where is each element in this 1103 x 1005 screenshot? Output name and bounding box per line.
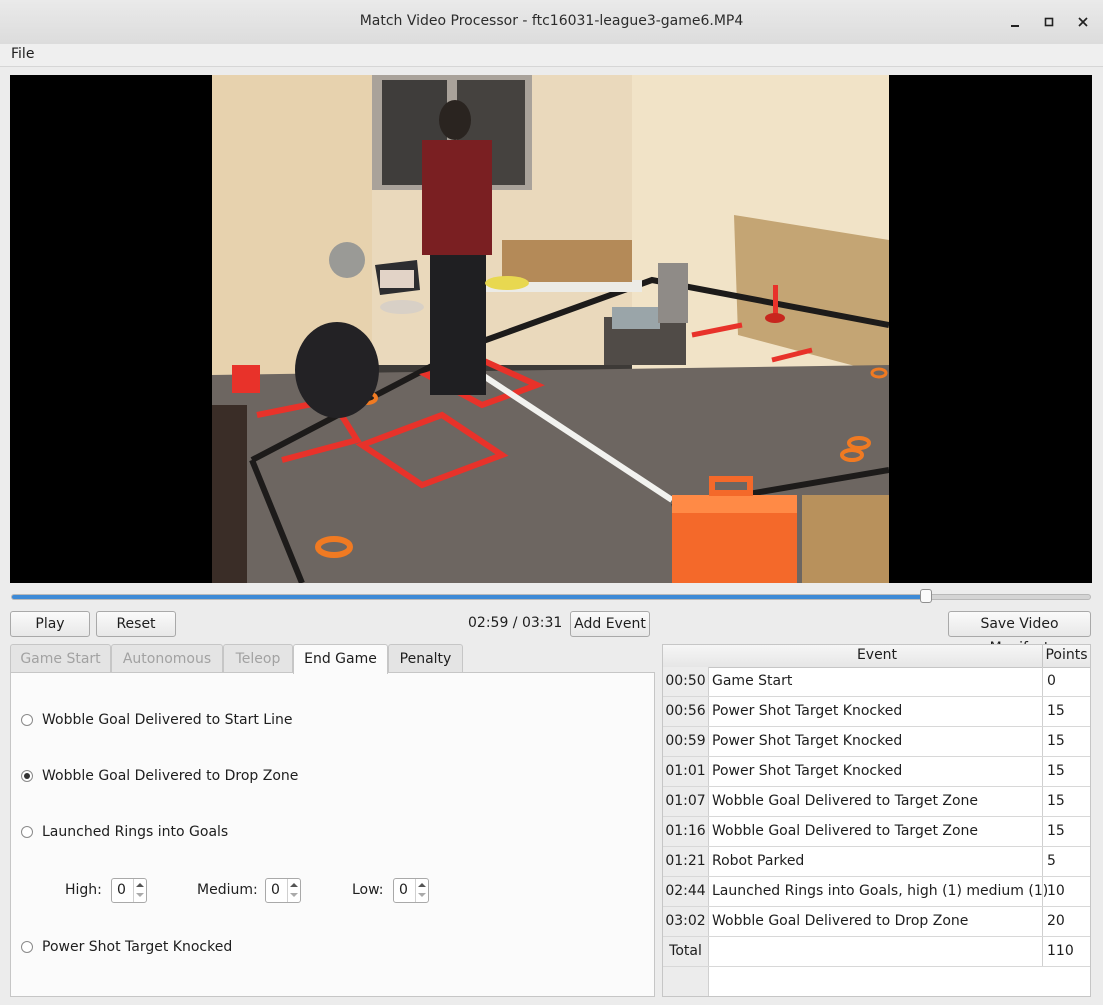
spin-up-icon[interactable] [290,883,298,887]
spin-arrows [415,879,428,902]
high-value: 0 [117,882,126,898]
row-points: 15 [1042,727,1090,756]
table-row[interactable]: 01:07 Wobble Goal Delivered to Target Zo… [663,787,1090,817]
timecode-display: 02:59 / 03:31 [468,615,563,631]
row-event: Power Shot Target Knocked [712,763,903,779]
total-row: Total 110 [663,937,1090,967]
row-event: Wobble Goal Delivered to Target Zone [712,823,979,839]
row-time: 03:02 [663,907,709,936]
table-row[interactable]: 01:16 Wobble Goal Delivered to Target Zo… [663,817,1090,847]
row-time: 00:50 [663,667,709,696]
low-value: 0 [399,882,408,898]
low-label: Low: [352,882,384,898]
spin-down-icon[interactable] [290,893,298,897]
row-event: Game Start [712,673,793,689]
video-frame [212,75,889,583]
table-row[interactable]: 00:59 Power Shot Target Knocked 15 [663,727,1090,757]
row-points: 15 [1042,757,1090,786]
events-table[interactable]: Event Points 00:50 Game Start 0 00:56 Po… [662,644,1091,997]
table-row[interactable]: 01:01 Power Shot Target Knocked 15 [663,757,1090,787]
tab-penalty[interactable]: Penalty [388,644,463,673]
row-points: 10 [1042,877,1090,906]
radio-button[interactable] [21,941,33,953]
table-row[interactable]: 03:02 Wobble Goal Delivered to Drop Zone… [663,907,1090,937]
row-points: 5 [1042,847,1090,876]
close-icon[interactable] [1075,14,1091,30]
row-header-stub [663,967,709,996]
tab-end-game[interactable]: End Game [293,644,388,674]
row-event: Power Shot Target Knocked [712,703,903,719]
table-row[interactable]: 00:56 Power Shot Target Knocked 15 [663,697,1090,727]
row-points: 15 [1042,817,1090,846]
spin-arrows [287,879,300,902]
row-points: 20 [1042,907,1090,936]
end-game-panel: Wobble Goal Delivered to Start Line Wobb… [10,672,655,997]
reset-button[interactable]: Reset [96,611,176,637]
option-launched-rings[interactable]: Launched Rings into Goals [21,824,241,844]
menu-bar: File [0,44,1103,67]
table-row[interactable]: 01:21 Robot Parked 5 [663,847,1090,877]
title-bar: Match Video Processor - ftc16031-league3… [0,0,1103,45]
medium-value: 0 [271,882,280,898]
total-points: 110 [1042,937,1090,966]
row-points: 15 [1042,697,1090,726]
table-row[interactable]: 02:44 Launched Rings into Goals, high (1… [663,877,1090,907]
row-event: Power Shot Target Knocked [712,733,903,749]
tab-autonomous: Autonomous [111,644,223,673]
high-spinbox[interactable]: 0 [111,878,147,903]
spin-up-icon[interactable] [418,883,426,887]
maximize-icon[interactable] [1041,14,1057,30]
row-points: 0 [1042,667,1090,696]
window-title: Match Video Processor - ftc16031-league3… [359,13,744,29]
seek-bar[interactable] [11,589,1091,603]
total-event-empty [712,937,1042,966]
add-event-button[interactable]: Add Event [570,611,650,637]
row-time: 01:07 [663,787,709,816]
spin-down-icon[interactable] [418,893,426,897]
option-label: Launched Rings into Goals [42,824,229,840]
option-wobble-drop-zone[interactable]: Wobble Goal Delivered to Drop Zone [21,768,301,788]
row-event: Launched Rings into Goals, high (1) medi… [712,883,1049,899]
row-time: 01:16 [663,817,709,846]
radio-button[interactable] [21,714,33,726]
tab-game-start: Game Start [10,644,111,673]
radio-button-checked[interactable] [21,770,33,782]
table-row[interactable]: 00:50 Game Start 0 [663,667,1090,697]
spin-arrows [133,879,146,902]
high-label: High: [65,882,102,898]
seek-handle[interactable] [920,589,933,603]
row-event: Robot Parked [712,853,805,869]
column-header-event[interactable]: Event [712,647,1042,663]
tab-teleop: Teleop [223,644,293,673]
option-power-shot[interactable]: Power Shot Target Knocked [21,939,251,959]
seek-bar-progress [12,595,927,599]
total-label: Total [663,937,709,966]
match-video-image [212,75,889,583]
option-label: Wobble Goal Delivered to Drop Zone [42,768,299,784]
table-header: Event Points [663,645,1090,668]
row-time: 01:21 [663,847,709,876]
column-header-points[interactable]: Points [1043,647,1090,663]
row-event: Wobble Goal Delivered to Target Zone [712,793,979,809]
medium-label: Medium: [197,882,258,898]
row-time: 01:01 [663,757,709,786]
medium-spinbox[interactable]: 0 [265,878,301,903]
play-button[interactable]: Play [10,611,90,637]
radio-button[interactable] [21,826,33,838]
option-label: Power Shot Target Knocked [42,939,233,955]
spin-up-icon[interactable] [136,883,144,887]
menu-file[interactable]: File [11,46,34,62]
video-player[interactable] [10,75,1092,583]
row-event: Wobble Goal Delivered to Drop Zone [712,913,969,929]
option-wobble-start-line[interactable]: Wobble Goal Delivered to Start Line [21,712,301,732]
option-label: Wobble Goal Delivered to Start Line [42,712,293,728]
low-spinbox[interactable]: 0 [393,878,429,903]
spin-down-icon[interactable] [136,893,144,897]
row-points: 15 [1042,787,1090,816]
save-video-manifest-button[interactable]: Save Video Manifest [948,611,1091,656]
row-time: 00:56 [663,697,709,726]
row-time: 02:44 [663,877,709,906]
row-time: 00:59 [663,727,709,756]
minimize-icon[interactable] [1007,14,1023,30]
